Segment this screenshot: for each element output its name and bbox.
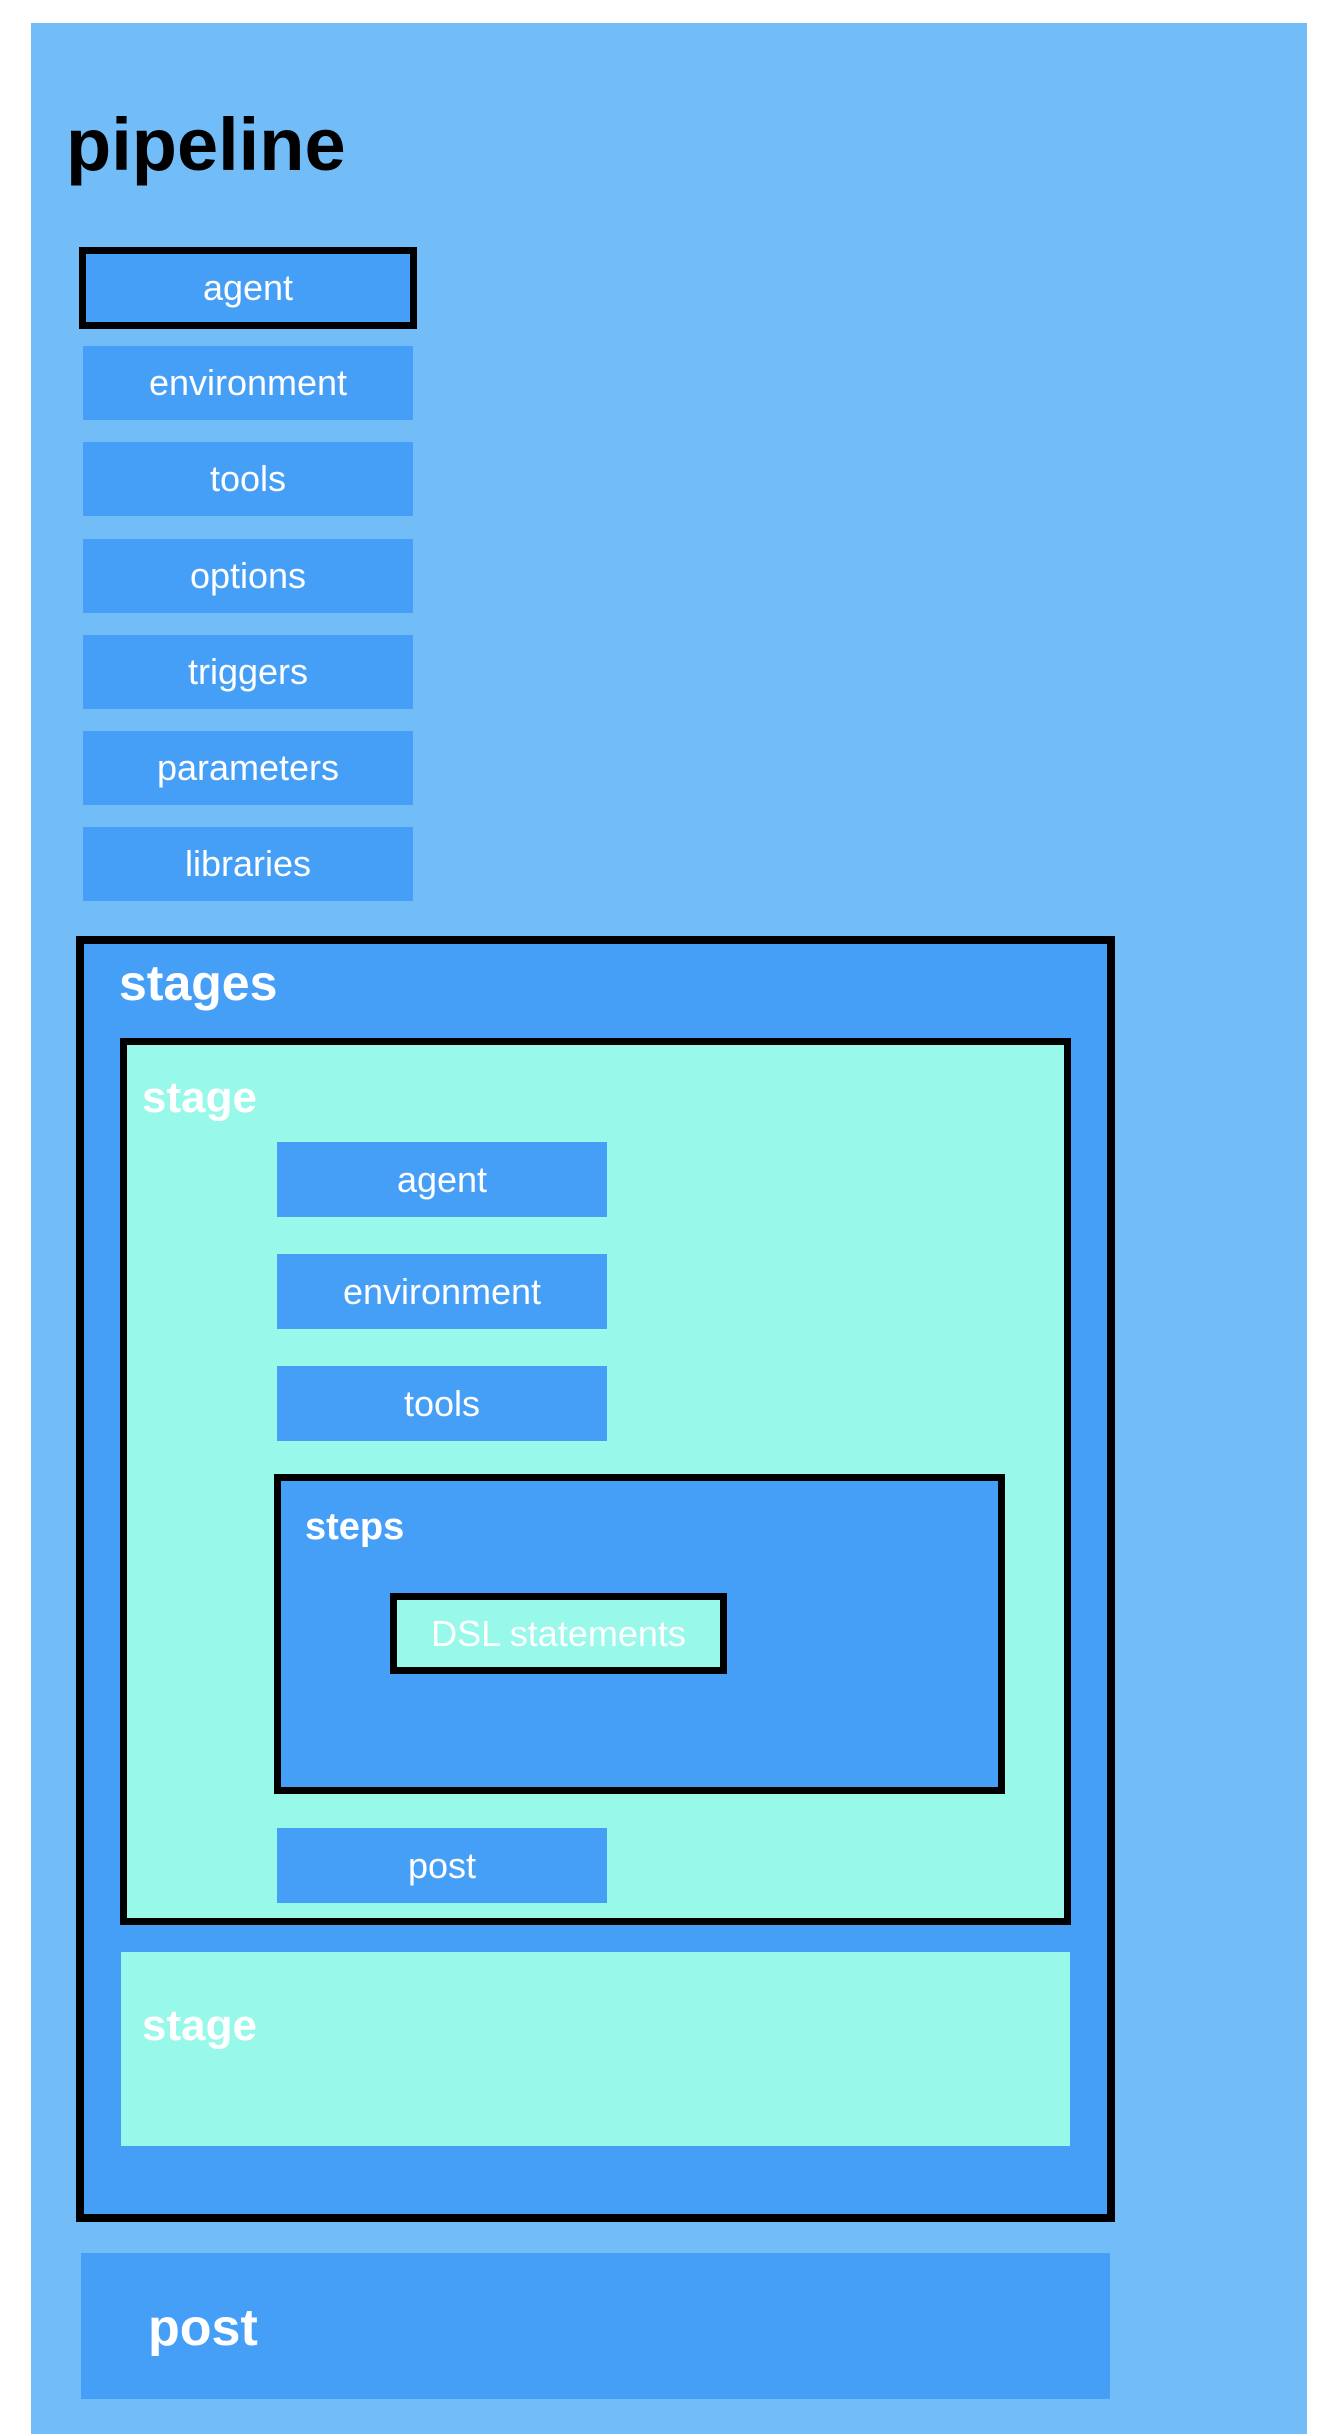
- pipeline-tools: tools: [83, 442, 413, 516]
- pipeline-title: pipeline: [66, 103, 346, 186]
- stage-post: post: [277, 1828, 607, 1903]
- stage-environment: environment: [277, 1254, 607, 1329]
- dsl-statements: DSL statements: [390, 1593, 727, 1674]
- stage-label-1: stage: [142, 1073, 257, 1122]
- pipeline-options: options: [83, 539, 413, 613]
- pipeline-agent: agent: [79, 247, 417, 329]
- stage-block-2: [121, 1952, 1070, 2146]
- stages-label: stages: [119, 955, 278, 1011]
- stage-agent: agent: [277, 1142, 607, 1217]
- pipeline-post-label: post: [148, 2299, 258, 2357]
- pipeline-parameters: parameters: [83, 731, 413, 805]
- steps-label: steps: [305, 1506, 405, 1548]
- stage-tools: tools: [277, 1366, 607, 1441]
- pipeline-triggers: triggers: [83, 635, 413, 709]
- pipeline-libraries: libraries: [83, 827, 413, 901]
- pipeline-environment: environment: [83, 346, 413, 420]
- stage-label-2: stage: [142, 2001, 257, 2050]
